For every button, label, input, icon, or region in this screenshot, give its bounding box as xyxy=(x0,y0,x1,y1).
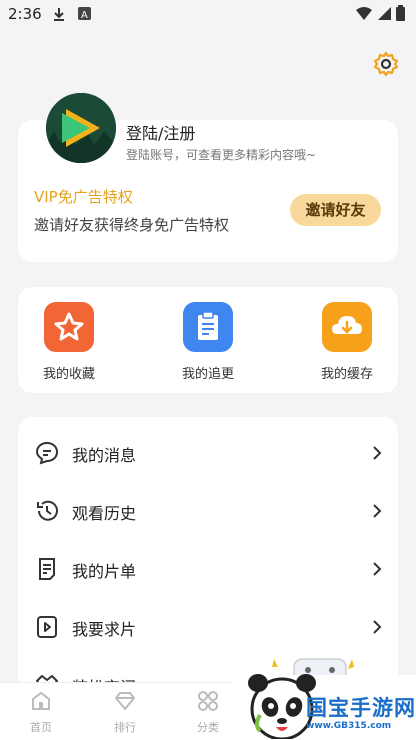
app-status-icon: A xyxy=(78,7,91,20)
tab-label: 排行 xyxy=(114,721,136,734)
watermark-url: www.GB315.com xyxy=(306,721,392,731)
history-icon xyxy=(37,500,58,521)
download-status-icon xyxy=(54,8,64,21)
quick-label: 我的收藏 xyxy=(42,367,95,382)
svg-text:A: A xyxy=(81,10,88,20)
my-favorites-button[interactable]: 我的收藏 xyxy=(24,302,114,382)
menu-label: 我要求片 xyxy=(72,620,137,639)
wifi-icon xyxy=(356,7,372,20)
home-icon xyxy=(32,691,50,710)
login-subtitle: 登陆账号，可查看更多精彩内容哦~ xyxy=(126,148,317,162)
login-title[interactable]: 登陆/注册 xyxy=(126,120,195,144)
settings-gear-icon[interactable] xyxy=(372,50,400,78)
tab-home[interactable]: 首页 xyxy=(11,689,71,735)
clipboard-icon xyxy=(183,302,233,352)
star-icon xyxy=(44,302,94,352)
avatar[interactable] xyxy=(46,93,116,163)
message-icon xyxy=(35,441,59,465)
chevron-right-icon xyxy=(373,620,382,634)
menu-label: 我的片单 xyxy=(72,562,137,581)
vip-title: VIP免广告特权 xyxy=(34,188,133,206)
my-follows-button[interactable]: 我的追更 xyxy=(163,302,253,382)
list-icon xyxy=(39,558,55,580)
tab-label: 首页 xyxy=(30,721,52,734)
video-request-icon xyxy=(37,616,57,638)
menu-item-history[interactable]: 观看历史 xyxy=(18,481,398,539)
download-cloud-icon xyxy=(322,302,372,352)
menu-item-messages[interactable]: 我的消息 xyxy=(18,423,398,481)
status-time: 2:36 xyxy=(8,5,42,23)
chevron-right-icon xyxy=(373,562,382,576)
watermark-text: 国宝手游网 xyxy=(306,696,416,720)
grid-icon xyxy=(198,691,218,711)
chevron-right-icon xyxy=(373,446,382,460)
battery-icon xyxy=(396,5,405,21)
menu-item-playlist[interactable]: 我的片单 xyxy=(18,539,398,597)
my-cache-button[interactable]: 我的缓存 xyxy=(302,302,392,382)
vip-subtitle: 邀请好友获得终身免广告特权 xyxy=(34,216,230,234)
tab-category[interactable]: 分类 xyxy=(178,689,238,735)
app-logo-icon xyxy=(46,93,116,163)
quick-label: 我的追更 xyxy=(181,367,234,382)
diamond-icon xyxy=(115,692,135,710)
tab-label: 分类 xyxy=(197,721,219,734)
tab-ranking[interactable]: 排行 xyxy=(95,689,155,735)
invite-friends-button[interactable]: 邀请好友 xyxy=(290,194,381,226)
quick-label: 我的缓存 xyxy=(320,367,373,382)
menu-label: 我的消息 xyxy=(72,446,137,465)
menu-label: 观看历史 xyxy=(72,504,137,523)
signal-icon xyxy=(378,7,391,20)
chevron-right-icon xyxy=(373,504,382,518)
status-bar: 2:36 A xyxy=(0,0,416,28)
